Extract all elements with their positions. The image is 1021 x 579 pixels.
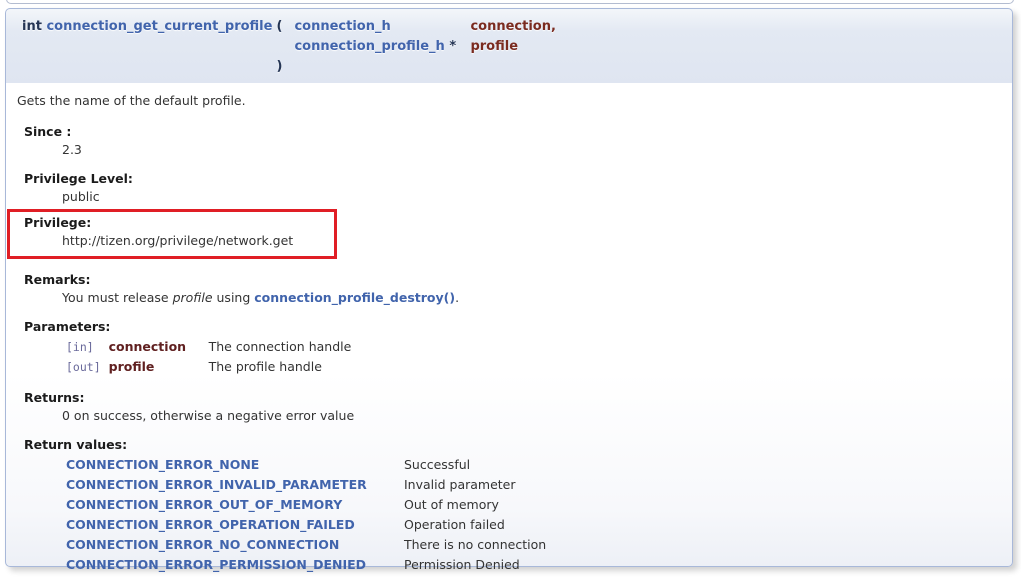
privilege-label: Privilege: [24, 215, 334, 231]
param-description: The profile handle [205, 357, 356, 377]
returns-value: 0 on success, otherwise a negative error… [62, 408, 1002, 424]
remarks-period: . [455, 290, 459, 305]
return-value-row: CONNECTION_ERROR_NO_CONNECTION There is … [62, 535, 550, 555]
param2-name: profile [468, 37, 557, 57]
parameters-label: Parameters: [24, 319, 1002, 335]
remarks-text-middle: using [213, 290, 255, 305]
return-value-row: CONNECTION_ERROR_INVALID_PARAMETER Inval… [62, 475, 550, 495]
signature-row-3: ) [20, 57, 558, 77]
return-value-row: CONNECTION_ERROR_OPERATION_FAILED Operat… [62, 515, 550, 535]
parameters-section: Parameters: [in] connection The connecti… [16, 319, 1002, 377]
param1-type-cell: connection_h [292, 17, 468, 37]
privilege-url: http://tizen.org/privilege/network.get [62, 233, 334, 249]
since-section: Since : 2.3 [16, 124, 1002, 158]
param-description: The connection handle [205, 337, 356, 357]
returns-section: Returns: 0 on success, otherwise a negat… [16, 390, 1002, 424]
pointer-star: * [449, 39, 456, 54]
open-paren: ( [274, 17, 292, 37]
signature-table: int connection_get_current_profile ( con… [20, 17, 558, 77]
return-values-section: Return values: CONNECTION_ERROR_NONE Suc… [16, 437, 1002, 575]
error-code-link[interactable]: CONNECTION_ERROR_PERMISSION_DENIED [66, 557, 366, 572]
signature-row-2: connection_profile_h * profile [20, 37, 558, 57]
returns-label: Returns: [24, 390, 1002, 406]
parameter-row: [in] connection The connection handle [62, 337, 355, 357]
remarks-text-before: You must release [62, 290, 173, 305]
remarks-text: You must release profile using connectio… [62, 290, 1002, 306]
error-code-link[interactable]: CONNECTION_ERROR_OPERATION_FAILED [66, 517, 355, 532]
param-name: connection [105, 337, 205, 357]
error-code-description: Operation failed [400, 515, 550, 535]
error-code-link[interactable]: CONNECTION_ERROR_OUT_OF_MEMORY [66, 497, 342, 512]
return-value-row: CONNECTION_ERROR_NONE Successful [62, 455, 550, 475]
return-value-row: CONNECTION_ERROR_OUT_OF_MEMORY Out of me… [62, 495, 550, 515]
error-code-description: There is no connection [400, 535, 550, 555]
function-name-link[interactable]: connection_get_current_profile [46, 19, 272, 34]
return-type: int [22, 19, 42, 34]
privilege-level-section: Privilege Level: public [16, 171, 1002, 205]
remarks-param-emphasis: profile [173, 290, 213, 305]
privilege-level-label: Privilege Level: [24, 171, 1002, 187]
function-signature-header: int connection_get_current_profile ( con… [5, 8, 1013, 83]
previous-section-bottom-edge [6, 0, 1014, 4]
remarks-label: Remarks: [24, 272, 1002, 288]
function-doc-body: Gets the name of the default profile. Si… [5, 83, 1013, 567]
error-code-link[interactable]: CONNECTION_ERROR_NONE [66, 457, 259, 472]
error-code-description: Permission Denied [400, 555, 550, 575]
param-name: profile [105, 357, 205, 377]
parameters-table: [in] connection The connection handle [o… [62, 337, 355, 377]
since-value: 2.3 [62, 142, 1002, 158]
param-direction: [out] [62, 357, 105, 377]
brief-description: Gets the name of the default profile. [17, 93, 1002, 109]
error-code-description: Invalid parameter [400, 475, 550, 495]
param1-name: connection, [468, 17, 557, 37]
privilege-level-value: public [62, 189, 1002, 205]
error-code-link[interactable]: CONNECTION_ERROR_INVALID_PARAMETER [66, 477, 367, 492]
param1-type-link[interactable]: connection_h [294, 19, 390, 34]
param2-type-cell: connection_profile_h * [292, 37, 468, 57]
param-direction: [in] [62, 337, 105, 357]
remarks-section: Remarks: You must release profile using … [16, 272, 1002, 306]
error-code-description: Successful [400, 455, 550, 475]
close-paren: ) [274, 57, 292, 77]
error-code-link[interactable]: CONNECTION_ERROR_NO_CONNECTION [66, 537, 339, 552]
parameter-row: [out] profile The profile handle [62, 357, 355, 377]
destroy-function-link[interactable]: connection_profile_destroy() [254, 290, 455, 305]
signature-row-1: int connection_get_current_profile ( con… [20, 17, 558, 37]
function-doc-block: int connection_get_current_profile ( con… [5, 8, 1013, 567]
return-values-table: CONNECTION_ERROR_NONE Successful CONNECT… [62, 455, 550, 575]
since-label: Since : [24, 124, 1002, 140]
signature-name-cell: int connection_get_current_profile [20, 17, 274, 37]
error-code-description: Out of memory [400, 495, 550, 515]
privilege-section: Privilege: http://tizen.org/privilege/ne… [16, 215, 334, 249]
privilege-highlight-box: Privilege: http://tizen.org/privilege/ne… [7, 209, 337, 259]
return-values-label: Return values: [24, 437, 1002, 453]
param2-type-link[interactable]: connection_profile_h [294, 39, 444, 54]
return-value-row: CONNECTION_ERROR_PERMISSION_DENIED Permi… [62, 555, 550, 575]
